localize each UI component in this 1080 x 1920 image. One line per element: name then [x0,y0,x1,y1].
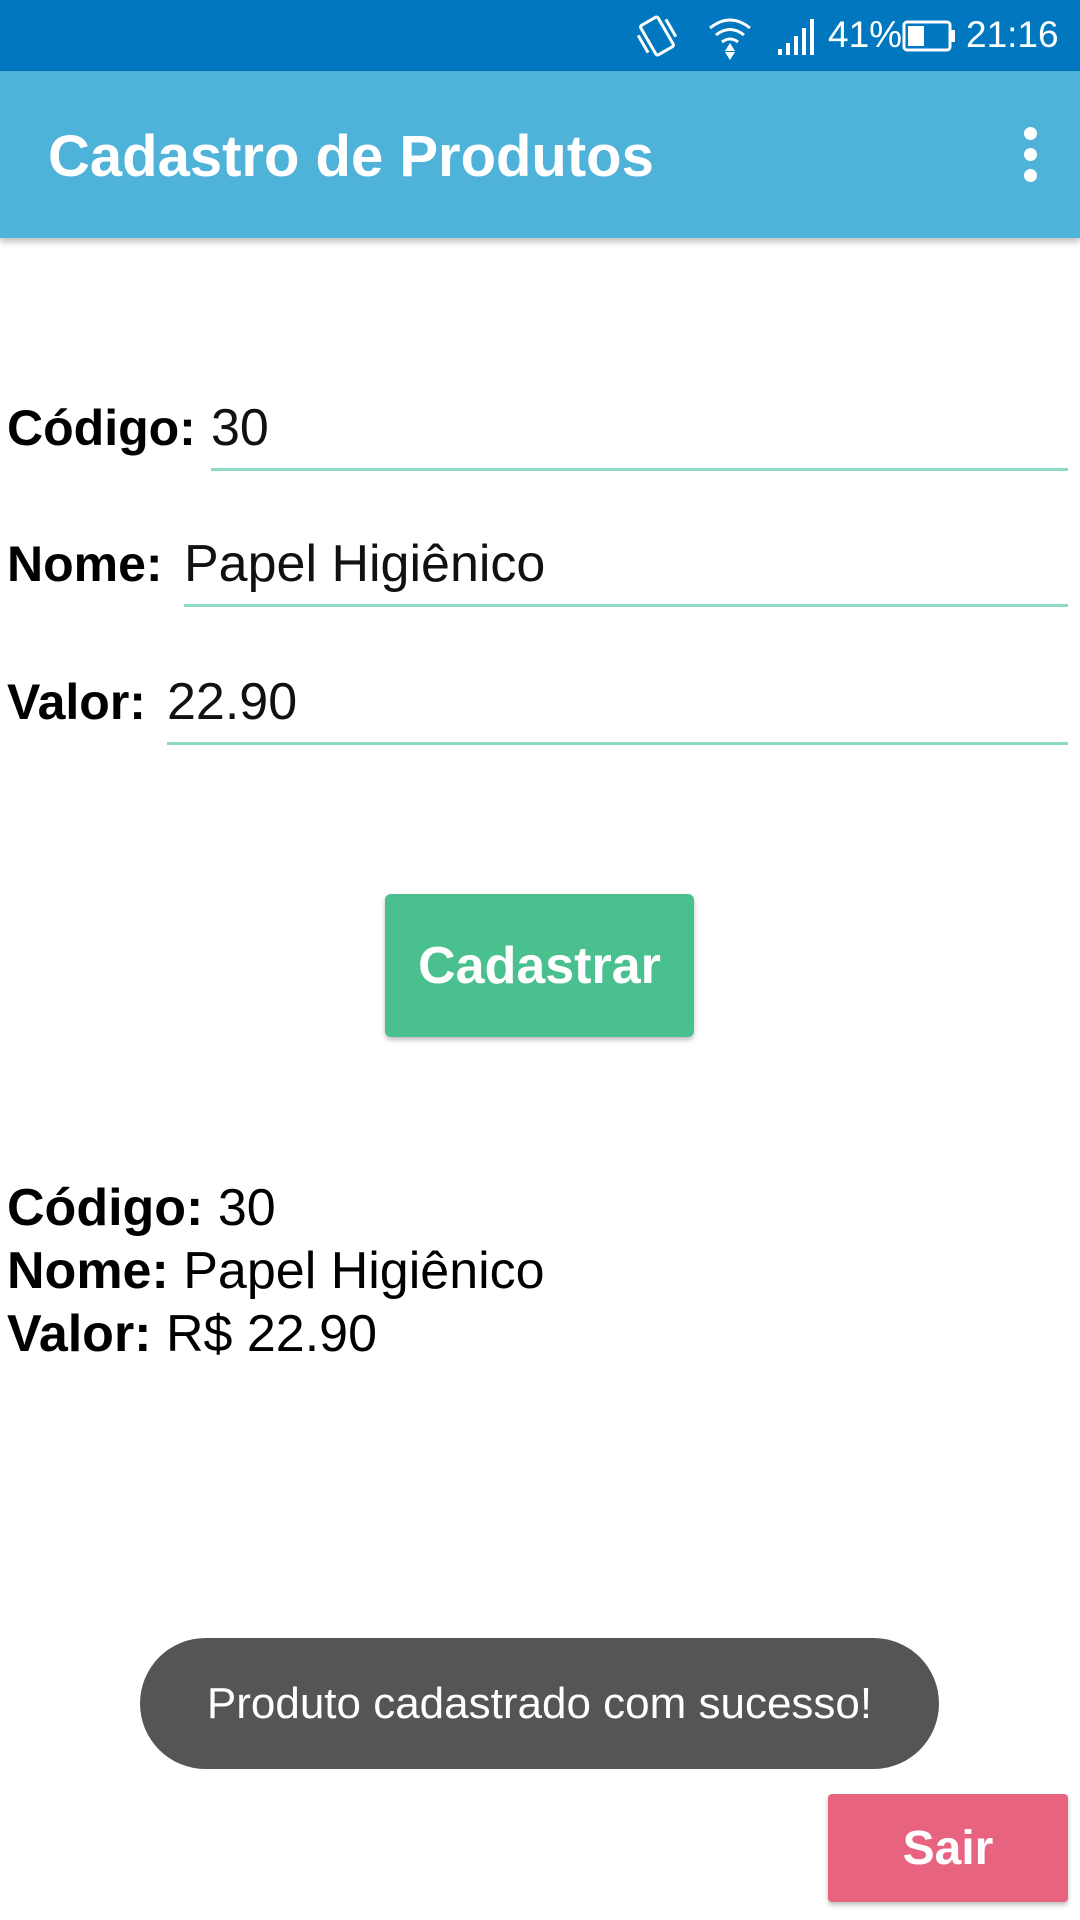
name-input[interactable]: Papel Higiênico [184,527,1068,607]
battery-percent: 41% [828,14,903,55]
app-bar: Cadastro de Produtos [0,71,1080,238]
register-button[interactable]: Cadastrar [385,894,694,1037]
result-value-label: Valor: [7,1305,152,1363]
clock: 21:16 [966,14,1059,55]
name-label: Nome: [7,536,163,592]
vibrate-icon [632,0,682,71]
result-name: Nome: Papel Higiênico [7,1241,545,1301]
result-code: Código: 30 [7,1178,276,1238]
app-screen: 41% 21:16 Cadastro de Produtos Código: 3… [0,0,1080,1920]
overflow-menu-icon[interactable] [1018,127,1042,183]
result-code-label: Código: [7,1179,204,1237]
result-value-value: R$ 22.90 [165,1305,377,1363]
app-title: Cadastro de Produtos [48,124,654,189]
value-row: Valor: 22.90 [0,655,1080,745]
signal-icon [774,0,820,71]
battery-icon [902,0,958,71]
toast-message: Produto cadastrado com sucesso! [140,1638,939,1769]
exit-button[interactable]: Sair [828,1794,1068,1902]
code-row: Código: 30 [0,381,1080,471]
result-code-value: 30 [217,1179,276,1237]
result-name-label: Nome: [7,1242,169,1300]
value-input[interactable]: 22.90 [167,665,1068,745]
name-row: Nome: Papel Higiênico [0,517,1080,607]
result-name-value: Papel Higiênico [183,1242,545,1300]
status-bar: 41% 21:16 [0,0,1080,71]
result-value: Valor: R$ 22.90 [7,1304,377,1364]
wifi-icon [704,0,756,71]
code-input[interactable]: 30 [211,391,1068,471]
code-label: Código: [7,400,196,456]
value-label: Valor: [7,674,146,730]
